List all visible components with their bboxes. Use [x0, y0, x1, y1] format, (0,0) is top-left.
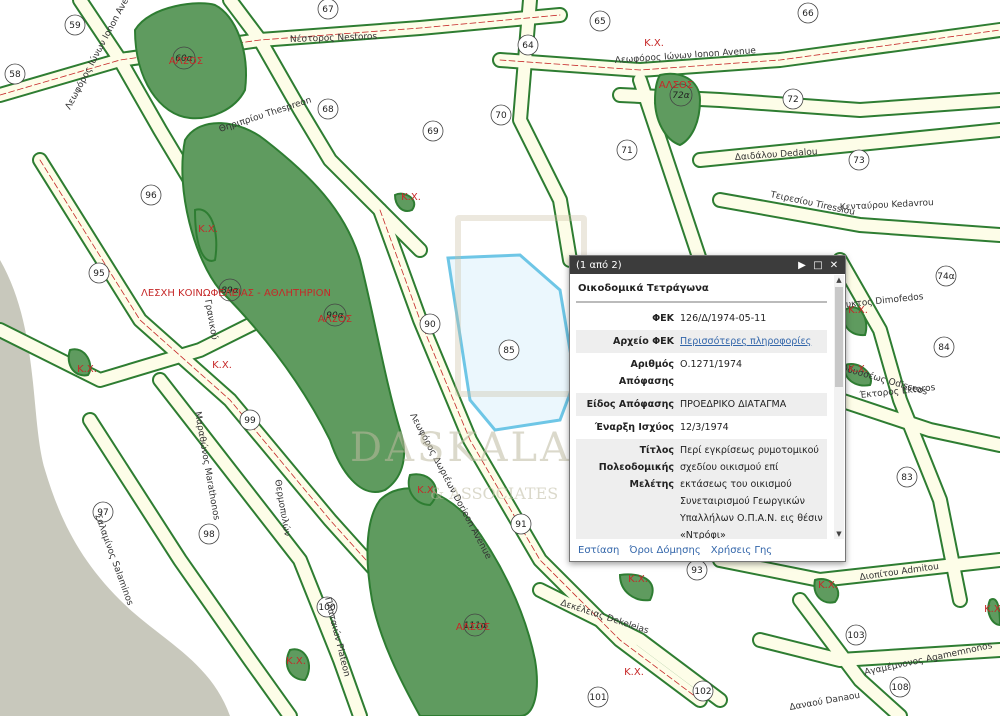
scroll-up-icon[interactable]: ▲	[834, 275, 844, 285]
kx-label: Κ.Χ.	[984, 604, 1000, 615]
info-popup: (1 από 2) ▶ □ ✕ Οικοδομικά Τετράγωνα ΦΕΚ…	[569, 255, 846, 562]
cadastral-map[interactable]: 59676566586460α72α 7268697071739695 74α848…	[0, 0, 1000, 716]
building-terms-link[interactable]: Όροι Δόμησης	[629, 545, 700, 556]
block-number: 95	[93, 269, 104, 279]
attribute-row: ΦΕΚ 126/Δ/1974-05-11	[576, 307, 827, 330]
block-number: 59	[69, 21, 81, 31]
kx-label: Κ.Χ.	[198, 224, 218, 235]
attribute-key: Έναρξη Ισχύος	[594, 422, 674, 433]
block-number: 66	[802, 9, 814, 19]
kx-label: Κ.Χ.	[818, 580, 838, 591]
block-number: 67	[322, 5, 333, 15]
popup-footer: Εστίαση Όροι Δόμησης Χρήσεις Γης	[570, 539, 845, 561]
block-number: 65	[594, 17, 605, 27]
attribute-table: ΦΕΚ 126/Δ/1974-05-11 Αρχείο ΦΕΚ Περισσότερε…	[576, 307, 827, 539]
block-number: 72α	[672, 91, 689, 101]
attribute-row: Αρχείο ΦΕΚ Περισσότερες πληροφορίες	[576, 330, 827, 353]
block-number: 108	[891, 683, 908, 693]
block-number: 71	[621, 146, 632, 156]
attribute-value: 126/Δ/1974-05-11	[680, 313, 767, 324]
attribute-key: Αρχείο ΦΕΚ	[576, 330, 677, 353]
block-number: 85	[503, 346, 514, 356]
attribute-key: Αριθμός Απόφασης	[618, 359, 674, 387]
block-number: 90	[424, 320, 436, 330]
kx-label: Κ.Χ.	[624, 667, 644, 678]
attribute-value: Ο.1271/1974	[680, 359, 743, 370]
kx-label: Κ.Χ.	[212, 360, 232, 371]
attribute-row: Έναρξη Ισχύος 12/3/1974	[576, 416, 827, 439]
attribute-row: Τίτλος Πολεοδομικής Μελέτης Περί εγκρίσεω…	[576, 439, 827, 539]
block-number: 99	[244, 416, 256, 426]
attribute-value: Περί εγκρίσεως ρυμοτομικού σχεδίου οικισ…	[677, 439, 827, 539]
block-number: 91	[515, 520, 526, 530]
kx-label: Κ.Χ.	[77, 364, 97, 375]
zoom-link[interactable]: Εστίαση	[578, 545, 619, 556]
block-number: 64	[522, 41, 534, 51]
popup-body: Οικοδομικά Τετράγωνα ΦΕΚ 126/Δ/1974-05-11…	[570, 274, 833, 539]
scroll-down-icon[interactable]: ▼	[834, 529, 844, 539]
aleso-label: ΑΛΣΟΣ	[169, 56, 203, 67]
aleso-label: ΑΛΣΟΣ	[318, 314, 352, 325]
attribute-row: Αριθμός Απόφασης Ο.1271/1974	[576, 353, 827, 393]
scroll-thumb[interactable]	[835, 287, 843, 387]
block-number: 73	[853, 156, 864, 166]
block-number: 96	[145, 191, 157, 201]
block-number: 72	[787, 95, 798, 105]
block-number: 70	[495, 111, 507, 121]
popup-header: (1 από 2) ▶ □ ✕	[570, 256, 845, 274]
maximize-icon[interactable]: □	[811, 260, 825, 271]
attribute-value: 12/3/1974	[680, 422, 729, 433]
popup-scrollbar[interactable]: ▲ ▼	[834, 275, 844, 539]
attribute-key: ΦΕΚ	[652, 313, 674, 324]
land-use-link[interactable]: Χρήσεις Γης	[711, 545, 773, 556]
block-number: 102	[694, 687, 711, 697]
attribute-row: Είδος Απόφασης ΠΡΟΕΔΡΙΚΟ ΔΙΑΤΑΓΜΑ	[576, 393, 827, 416]
kx-label: Κ.Χ.	[401, 192, 421, 203]
club-label: ΛΕΣΧΗ ΚΟΙΝΩΦΕΛΕΙΑΣ - ΑΘΛΗΤΗΡΙΟΝ	[141, 288, 331, 299]
close-icon[interactable]: ✕	[827, 260, 841, 271]
block-number: 74α	[937, 272, 954, 282]
block-number: 58	[9, 70, 21, 80]
attribute-value: ΠΡΟΕΔΡΙΚΟ ΔΙΑΤΑΓΜΑ	[677, 393, 827, 416]
block-number: 84	[938, 343, 950, 353]
attribute-key: Τίτλος Πολεοδομικής Μελέτης	[576, 439, 677, 539]
block-number: 68	[322, 105, 334, 115]
attribute-value: Περισσότερες πληροφορίες	[677, 330, 827, 353]
block-number: 83	[901, 473, 912, 483]
popup-count: (1 από 2)	[576, 259, 622, 271]
block-number: 101	[589, 693, 606, 703]
block-number: 93	[691, 566, 702, 576]
block-number: 69	[427, 127, 439, 137]
aleso-label: ΑΛΣΟΣ	[659, 80, 693, 91]
kx-label: Κ.Χ.	[628, 574, 648, 585]
kx-label: Κ.Χ.	[848, 364, 868, 375]
attribute-key: Είδος Απόφασης	[576, 393, 677, 416]
next-feature-icon[interactable]: ▶	[795, 260, 809, 271]
aleso-label: ΑΛΣΟΣ	[456, 622, 490, 633]
fek-archive-link[interactable]: Περισσότερες πληροφορίες	[680, 336, 811, 347]
block-number: 103	[847, 631, 864, 641]
kx-label: Κ.Χ.	[848, 305, 868, 316]
kx-label: Κ.Χ.	[417, 485, 437, 496]
popup-title: Οικοδομικά Τετράγωνα	[576, 274, 827, 303]
block-number: 98	[203, 530, 215, 540]
kx-label: Κ.Χ.	[644, 38, 664, 49]
kx-label: Κ.Χ.	[286, 656, 306, 667]
